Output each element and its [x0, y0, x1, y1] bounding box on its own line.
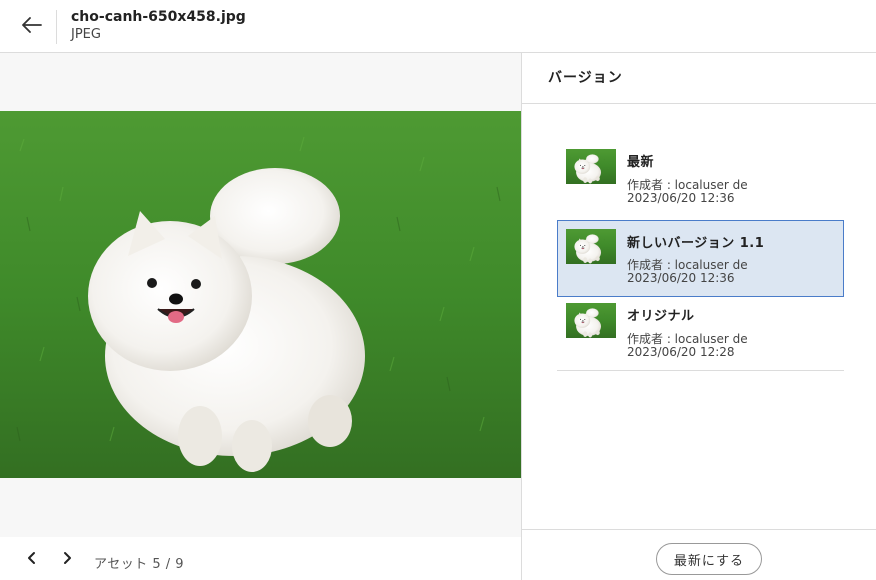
- header-divider: [56, 10, 57, 44]
- version-item-latest[interactable]: 最新 作成者 : localuser de 2023/06/20 12:36: [557, 143, 844, 220]
- chevron-right-icon: [62, 550, 72, 569]
- make-latest-button[interactable]: 最新にする: [656, 543, 762, 575]
- version-thumbnail: [566, 303, 616, 338]
- version-date: 2023/06/20 12:28: [627, 345, 735, 359]
- version-label: オリジナル: [627, 309, 695, 324]
- next-asset-button[interactable]: [56, 548, 78, 570]
- version-label: 最新: [627, 155, 655, 170]
- divider: [522, 529, 876, 530]
- arrow-left-icon: [22, 17, 42, 37]
- divider: [557, 370, 844, 371]
- chevron-left-icon: [27, 550, 37, 569]
- asset-counter: アセット 5 / 9: [94, 557, 185, 572]
- previous-asset-button[interactable]: [21, 548, 43, 570]
- back-button[interactable]: [14, 10, 50, 44]
- version-date: 2023/06/20 12:36: [627, 271, 735, 285]
- divider: [522, 103, 876, 104]
- file-type: JPEG: [71, 27, 101, 42]
- version-label: 新しいバージョン 1.1: [627, 236, 765, 251]
- version-date: 2023/06/20 12:36: [627, 191, 735, 205]
- asset-viewer: [0, 53, 521, 537]
- top-header: cho-canh-650x458.jpg JPEG: [0, 0, 876, 53]
- version-item-original[interactable]: オリジナル 作成者 : localuser de 2023/06/20 12:2…: [557, 297, 844, 374]
- version-thumbnail: [566, 229, 616, 264]
- versions-panel: バージョン 最新 作成者 : localuser de 2023/06/20 1…: [521, 53, 876, 580]
- asset-image: [0, 111, 521, 478]
- file-name: cho-canh-650x458.jpg: [71, 9, 246, 25]
- versions-title: バージョン: [548, 70, 623, 86]
- viewer-footer: アセット 5 / 9: [0, 537, 521, 580]
- version-list: 最新 作成者 : localuser de 2023/06/20 12:36 新…: [557, 143, 844, 374]
- version-item-1-1[interactable]: 新しいバージョン 1.1 作成者 : localuser de 2023/06/…: [557, 220, 844, 297]
- version-thumbnail: [566, 149, 616, 184]
